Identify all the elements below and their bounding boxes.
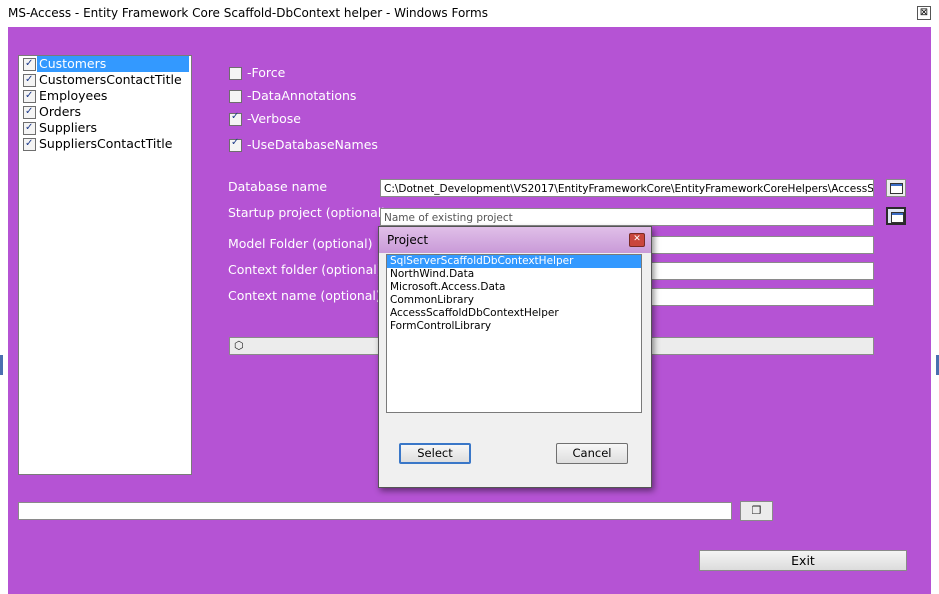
table-checkbox[interactable] (23, 72, 36, 88)
cube-run-icon: ⬡ (234, 339, 244, 352)
verbose-checkbox[interactable] (229, 111, 242, 126)
table-checkbox[interactable] (23, 136, 36, 152)
table-list-item[interactable]: Orders (19, 104, 191, 120)
select-button[interactable]: Select (399, 443, 471, 464)
title-bar[interactable]: MS-Access - Entity Framework Core Scaffo… (0, 0, 939, 26)
main-window: MS-Access - Entity Framework Core Scaffo… (0, 0, 939, 594)
exit-button[interactable]: Exit (699, 550, 907, 571)
table-list-label: Orders (39, 104, 82, 119)
copy-button[interactable]: ❐ (740, 501, 773, 521)
folder-browse-icon (891, 212, 904, 223)
force-label: -Force (247, 65, 286, 80)
table-list-label: CustomersContactTitle (39, 72, 182, 87)
table-list-label: Customers (37, 56, 189, 72)
table-list-label: SuppliersContactTitle (39, 136, 173, 151)
database-browse-button[interactable] (886, 179, 906, 197)
table-list-label: Suppliers (39, 120, 98, 135)
cancel-button[interactable]: Cancel (556, 443, 628, 464)
force-checkbox[interactable] (229, 67, 242, 80)
verbose-label: -Verbose (247, 111, 301, 126)
project-list-item[interactable]: NorthWind.Data (387, 268, 641, 281)
folder-browse-icon (890, 183, 903, 194)
table-checked-list[interactable]: Customers CustomersContactTitle Employee… (18, 55, 192, 475)
project-dialog-title: Project (387, 233, 429, 247)
project-list-item[interactable]: CommonLibrary (387, 294, 641, 307)
output-status-field[interactable] (18, 502, 732, 520)
use-database-names-checkbox[interactable] (229, 137, 242, 152)
database-name-field[interactable]: C:\Dotnet_Development\VS2017\EntityFrame… (380, 179, 874, 197)
context-folder-label: Context folder (optional) (228, 262, 382, 277)
startup-project-browse-button[interactable] (886, 207, 906, 225)
table-list-label: Employees (39, 88, 108, 103)
window-resize-edge-left[interactable] (0, 355, 3, 375)
table-checkbox[interactable] (23, 120, 36, 136)
project-dialog: Project ✕ SqlServerScaffoldDbContextHelp… (378, 226, 652, 488)
table-checkbox[interactable] (23, 104, 36, 120)
copy-icon: ❐ (751, 504, 762, 517)
data-annotations-label: -DataAnnotations (247, 88, 357, 103)
table-list-item[interactable]: CustomersContactTitle (19, 72, 191, 88)
table-checkbox[interactable] (23, 56, 36, 72)
window-title: MS-Access - Entity Framework Core Scaffo… (8, 6, 488, 20)
project-list-item[interactable]: Microsoft.Access.Data (387, 281, 641, 294)
model-folder-label: Model Folder (optional) (228, 236, 373, 251)
use-database-names-label: -UseDatabaseNames (247, 137, 378, 152)
database-name-label: Database name (228, 179, 328, 194)
startup-project-label: Startup project (optional) (228, 205, 387, 220)
table-list-item[interactable]: Employees (19, 88, 191, 104)
context-name-label: Context name (optional) (228, 288, 381, 303)
project-dialog-close-button[interactable]: ✕ (629, 233, 645, 247)
close-window-button[interactable]: ⊠ (917, 6, 931, 20)
table-checkbox[interactable] (23, 88, 36, 104)
project-list[interactable]: SqlServerScaffoldDbContextHelper NorthWi… (386, 254, 642, 413)
project-list-item[interactable]: AccessScaffoldDbContextHelper (387, 307, 641, 320)
table-list-item[interactable]: Customers (19, 56, 191, 72)
project-list-item[interactable]: FormControlLibrary (387, 320, 641, 333)
startup-project-field[interactable]: Name of existing project (380, 208, 874, 226)
project-dialog-title-bar[interactable]: Project ✕ (379, 227, 651, 253)
project-list-item[interactable]: SqlServerScaffoldDbContextHelper (387, 255, 641, 268)
table-list-item[interactable]: SuppliersContactTitle (19, 136, 191, 152)
data-annotations-checkbox[interactable] (229, 90, 242, 103)
table-list-item[interactable]: Suppliers (19, 120, 191, 136)
